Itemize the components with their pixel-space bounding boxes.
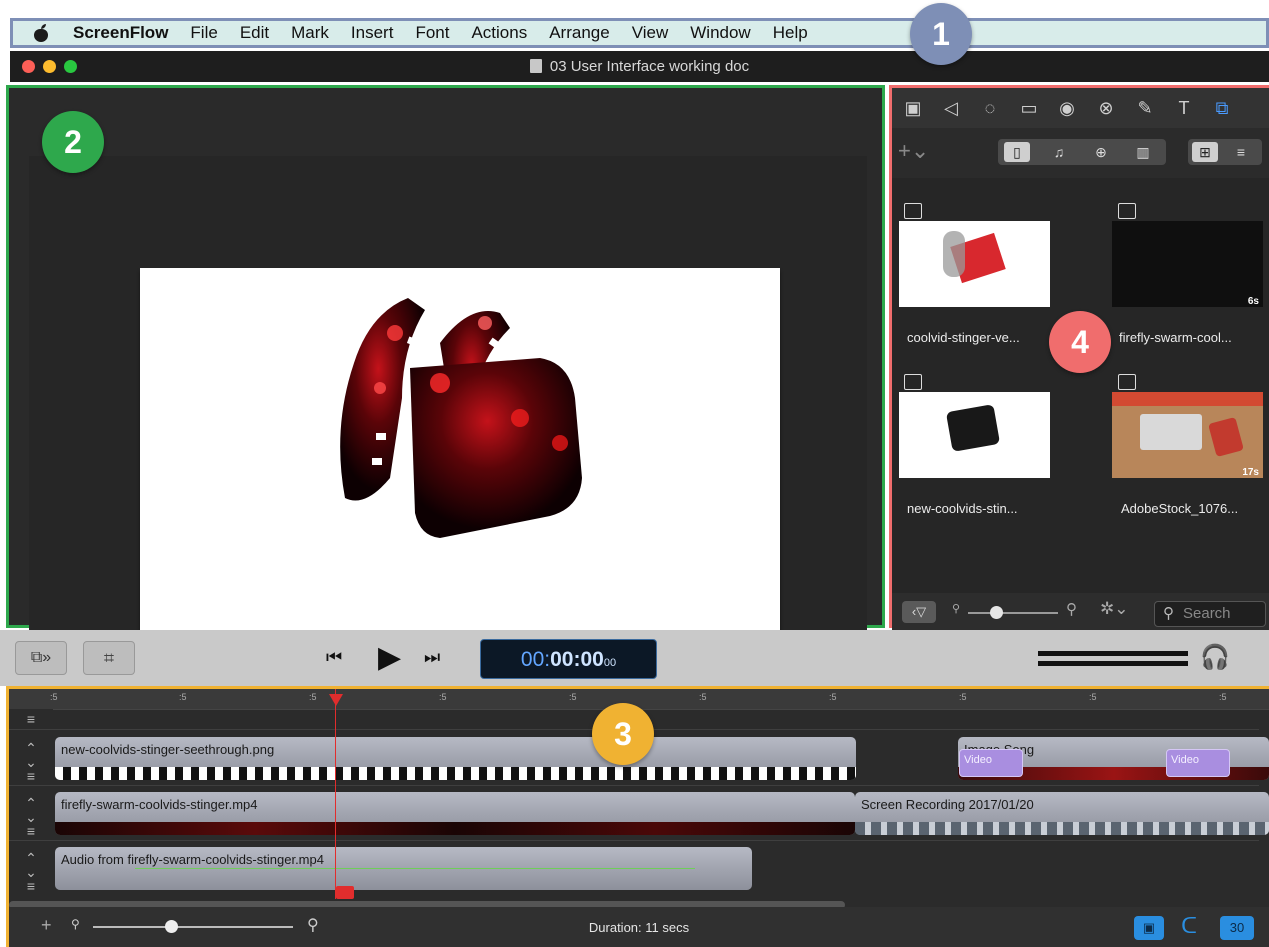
templates-icon[interactable]: ▥ — [1130, 142, 1156, 162]
add-media-button[interactable]: +⌄ — [898, 138, 929, 164]
callout-badge: 3 — [592, 703, 654, 765]
magnet-icon[interactable]: ᑕ — [1181, 913, 1197, 939]
timecode-display: 00:00:0000 — [480, 639, 657, 679]
screen-recording-icon[interactable]: ▭ — [1018, 97, 1040, 119]
list-view-icon[interactable]: ≡ — [1228, 142, 1254, 162]
duration-label: Duration: 11 secs — [588, 920, 690, 935]
menu-app-name[interactable]: ScreenFlow — [73, 23, 168, 43]
music-library-icon[interactable]: ♫ — [1046, 142, 1072, 162]
timeline-clip[interactable]: Audio from firefly-swarm-coolvids-stinge… — [55, 847, 752, 890]
timeline-ruler[interactable]: :5 :5 :5 :5 :5 :5 :5 :5 :5 :5 — [9, 689, 1269, 709]
gear-icon[interactable]: ✲⌄ — [1100, 599, 1129, 619]
document-icon — [529, 59, 542, 73]
annotations-icon[interactable]: ✎ — [1134, 97, 1156, 119]
menu-insert[interactable]: Insert — [351, 23, 394, 43]
media-thumbnail[interactable]: ∞ — [899, 392, 1050, 478]
canvas-panel — [6, 85, 885, 634]
search-icon: ⚲ — [1163, 605, 1174, 622]
frame-rate-button[interactable]: 30 — [1220, 916, 1254, 940]
menu-help[interactable]: Help — [773, 23, 808, 43]
media-item-label: AdobeStock_1076... — [1121, 501, 1239, 516]
track-controls[interactable]: ⌃ ⌄ ≡ — [9, 741, 53, 783]
timeline-clip[interactable]: new-coolvids-stinger-seethrough.png — [55, 737, 856, 780]
media-thumbnail[interactable]: 6s — [1112, 221, 1263, 307]
video-type-icon — [1118, 374, 1136, 390]
media-library-icon[interactable]: ⧉ — [1211, 97, 1233, 119]
menu-mark[interactable]: Mark — [291, 23, 329, 43]
menu-window[interactable]: Window — [690, 23, 750, 43]
audio-properties-icon[interactable]: ◁ — [940, 97, 962, 119]
video-motion-icon[interactable]: ◌ — [979, 97, 1001, 119]
apple-menu-icon[interactable] — [33, 24, 49, 42]
menu-arrange[interactable]: Arrange — [549, 23, 609, 43]
timeline-clip[interactable]: Screen Recording 2017/01/20 — [855, 792, 1269, 835]
library-footer: ‹▽ ⚲ ⚲ ✲⌄ ⚲ Search — [892, 593, 1269, 631]
audio-level-meter-left — [1038, 651, 1188, 656]
slider-knob[interactable] — [990, 606, 1003, 619]
timeline-clip[interactable]: firefly-swarm-coolvids-stinger.mp4 — [55, 792, 855, 835]
track-controls[interactable]: ⌃ ⌄ ≡ — [9, 796, 53, 838]
fast-forward-button[interactable]: ⏭ — [424, 647, 440, 668]
thumbnail-size-slider[interactable] — [968, 612, 1058, 614]
video-action-tag[interactable]: Video — [959, 749, 1023, 777]
playhead-handle[interactable] — [329, 694, 343, 706]
media-item-label: new-coolvids-stin... — [907, 501, 1018, 516]
filter-icon[interactable]: ‹▽ — [902, 601, 936, 623]
headphones-icon[interactable]: 🎧 — [1200, 643, 1230, 672]
rewind-button[interactable]: ⏮ — [326, 647, 342, 668]
transport-bar: ⧉» ⌗ ⏮ ▶ ⏭ 00:00:0000 🎧 — [0, 630, 1269, 686]
video-type-icon — [1118, 203, 1136, 219]
menu-edit[interactable]: Edit — [240, 23, 269, 43]
grid-view-icon[interactable]: ⊞ — [1192, 142, 1218, 162]
show-media-button[interactable]: ⧉» — [15, 641, 67, 675]
properties-toolbar: ▣ ◁ ◌ ▭ ◉ ⊗ ✎ T ⧉ — [892, 88, 1269, 128]
canvas-preview[interactable] — [140, 268, 780, 634]
media-item-label: firefly-swarm-cool... — [1119, 330, 1232, 345]
media-thumbnail[interactable]: 17s — [1112, 392, 1263, 478]
callout-badge: 1 — [910, 3, 972, 65]
audio-level-meter-right — [1038, 661, 1188, 666]
stock-media-icon[interactable]: ⊕ — [1088, 142, 1114, 162]
playhead[interactable] — [335, 689, 336, 899]
callout-badge: 2 — [42, 111, 104, 173]
image-type-icon — [904, 203, 922, 219]
menu-bar: ScreenFlow File Edit Mark Insert Font Ac… — [10, 18, 1269, 48]
callout-badge: 4 — [1049, 311, 1111, 373]
window-title-bar: 03 User Interface working doc — [10, 51, 1269, 82]
film-stinger-graphic — [340, 298, 582, 538]
video-properties-icon[interactable]: ▣ — [902, 97, 924, 119]
play-button[interactable]: ▶ — [378, 641, 401, 675]
touch-callout-icon[interactable]: ⊗ — [1095, 97, 1117, 119]
window-title: 03 User Interface working doc — [549, 58, 750, 75]
menu-view[interactable]: View — [632, 23, 669, 43]
text-icon[interactable]: T — [1173, 97, 1195, 119]
zoom-out-icon: ⚲ — [952, 603, 961, 615]
menu-font[interactable]: Font — [415, 23, 449, 43]
documents-media-icon[interactable]: ▯ — [1004, 142, 1030, 162]
menu-actions[interactable]: Actions — [471, 23, 527, 43]
search-input[interactable]: ⚲ Search — [1154, 601, 1266, 627]
image-type-icon — [904, 374, 922, 390]
track-controls[interactable]: ⌃ ⌄ ≡ — [9, 851, 53, 893]
zoom-in-icon: ⚲ — [1066, 601, 1077, 618]
video-action-tag[interactable]: Video — [1166, 749, 1230, 777]
callout-icon[interactable]: ◉ — [1056, 97, 1078, 119]
track-menu-icon[interactable]: ≡ — [9, 711, 53, 727]
playhead-grip[interactable] — [336, 886, 354, 899]
menu-file[interactable]: File — [190, 23, 217, 43]
library-source-segment: ▯ ♫ ⊕ ▥ — [998, 139, 1166, 165]
timeline-footer: + ⚲ ⚲ Duration: 11 secs ▣ ᑕ 30 — [9, 907, 1269, 947]
crop-button[interactable]: ⌗ — [83, 641, 135, 675]
view-mode-segment: ⊞ ≡ — [1188, 139, 1262, 165]
snap-icon[interactable]: ▣ — [1134, 916, 1164, 940]
media-thumbnail[interactable]: ∞ — [899, 221, 1050, 307]
media-item-label: coolvid-stinger-ve... — [907, 330, 1020, 345]
